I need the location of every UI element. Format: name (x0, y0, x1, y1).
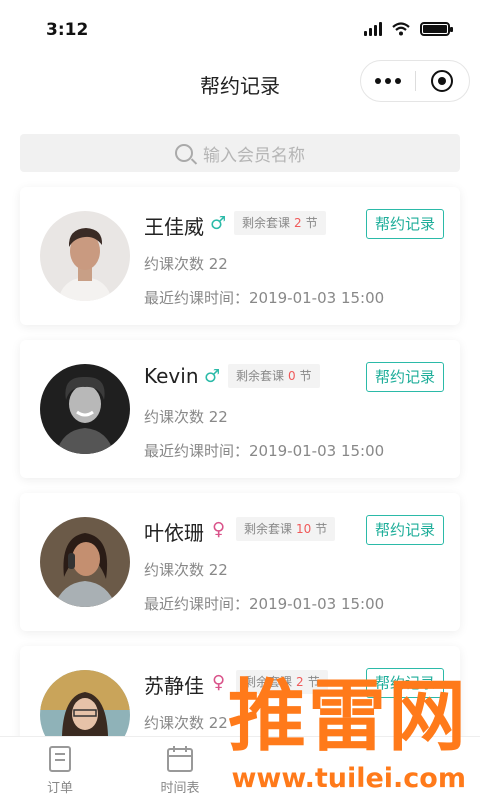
tab-placeholder (240, 737, 360, 800)
search-area: 输入会员名称 (0, 108, 480, 182)
wifi-icon (392, 22, 410, 36)
member-name: 王佳威 (144, 215, 204, 239)
male-icon: ♂ (204, 366, 221, 387)
tab-schedule[interactable]: 时间表 (120, 737, 240, 800)
last-booking-time: 最近约课时间：2019-01-03 15:00 (144, 289, 385, 307)
member-name: 苏静佳 (144, 674, 204, 698)
last-booking-time: 最近约课时间：2019-01-03 15:00 (144, 595, 385, 613)
tab-order[interactable]: 订单 (0, 737, 120, 800)
booking-record-button[interactable]: 帮约记录 (365, 515, 444, 545)
avatar (40, 364, 130, 454)
member-card[interactable]: Kevin ♂ 剩余套课 0 节 帮约记录 约课次数 22 最近约课时间：2019-… (20, 340, 460, 478)
booking-count: 约课次数 22 (144, 714, 228, 732)
member-card[interactable]: 王佳威 ♂ 剩余套课 2 节 帮约记录 约课次数 22 最近约课时间：2019-01… (20, 187, 460, 325)
member-name: Kevin (144, 364, 199, 388)
more-icon[interactable] (361, 78, 415, 84)
search-placeholder: 输入会员名称 (203, 145, 305, 166)
status-icons (364, 22, 453, 36)
booking-record-button[interactable]: 帮约记录 (365, 362, 444, 392)
close-program-icon[interactable] (416, 70, 469, 92)
mini-program-capsule (360, 60, 470, 102)
booking-record-button[interactable]: 帮约记录 (365, 209, 444, 239)
avatar (40, 517, 130, 607)
tab-placeholder (360, 737, 480, 800)
package-badge: 剩余套课 2 节 (234, 211, 326, 235)
booking-record-button[interactable]: 帮约记录 (365, 668, 444, 698)
search-icon (175, 144, 193, 162)
member-list: 王佳威 ♂ 剩余套课 2 节 帮约记录 约课次数 22 最近约课时间：2019-01… (20, 187, 460, 799)
signal-icon (364, 22, 382, 36)
tab-label: 订单 (46, 781, 73, 796)
battery-icon (420, 22, 453, 36)
member-name: 叶依珊 (144, 521, 204, 545)
male-icon: ♂ (210, 213, 227, 234)
package-badge: 剩余套课 0 节 (228, 364, 320, 388)
status-time: 3:12 (46, 20, 89, 40)
calendar-icon (167, 746, 193, 772)
package-badge: 剩余套课 2 节 (236, 670, 328, 694)
booking-count: 约课次数 22 (144, 255, 228, 273)
status-bar: 3:12 (0, 0, 480, 58)
tab-bar: 订单 时间表 (0, 736, 480, 800)
order-icon (49, 746, 71, 772)
search-input[interactable]: 输入会员名称 (20, 134, 460, 172)
app-screen: 3:12 帮约记录 输入会员名称 王佳威 ♂ 剩余套课 2 节 帮约记录 约课次… (0, 0, 480, 800)
nav-bar: 帮约记录 (0, 58, 480, 108)
booking-count: 约课次数 22 (144, 561, 228, 579)
member-card[interactable]: 叶依珊 ♀ 剩余套课 10 节 帮约记录 约课次数 22 最近约课时间：2019-0… (20, 493, 460, 631)
package-badge: 剩余套课 10 节 (236, 517, 336, 541)
avatar (40, 211, 130, 301)
female-icon: ♀ (212, 672, 226, 693)
booking-count: 约课次数 22 (144, 408, 228, 426)
tab-label: 时间表 (160, 781, 200, 796)
female-icon: ♀ (212, 519, 226, 540)
last-booking-time: 最近约课时间：2019-01-03 15:00 (144, 442, 385, 460)
